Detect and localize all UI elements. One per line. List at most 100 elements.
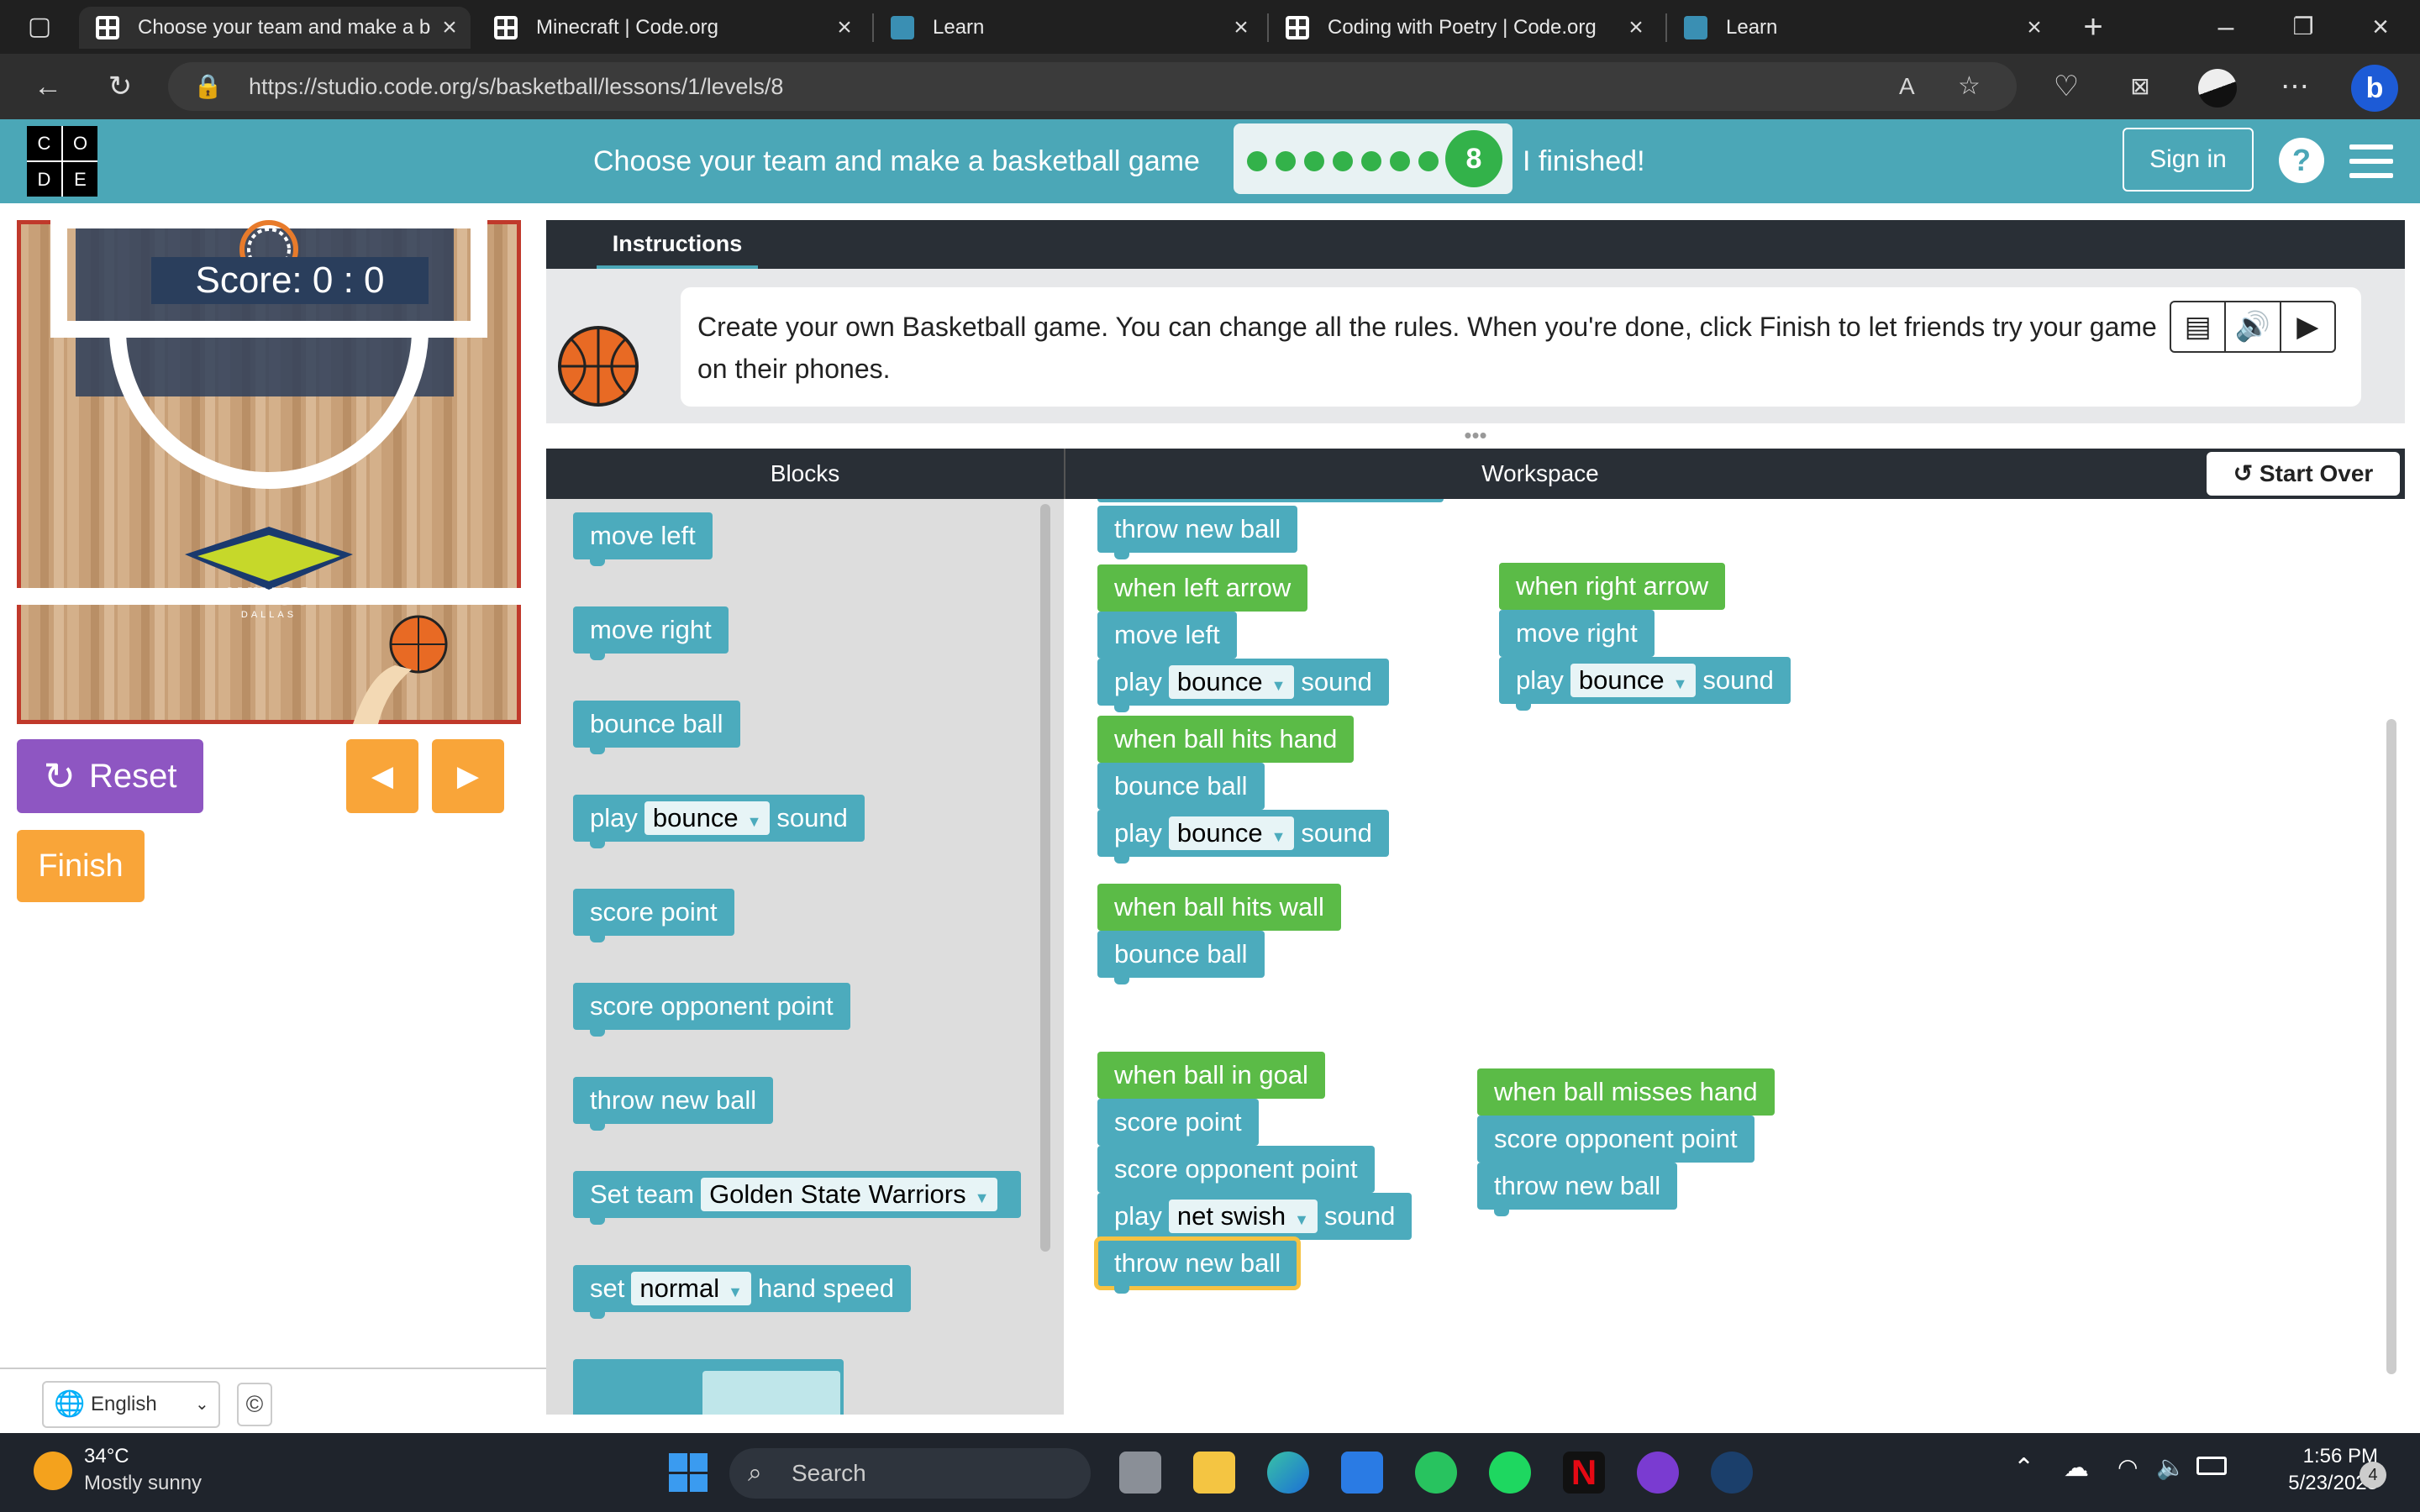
read-aloud-icon[interactable]: A bbox=[1899, 62, 1915, 111]
notification-badge[interactable]: 4 bbox=[2360, 1462, 2386, 1488]
ws-event-when-right-arrow[interactable]: when right arrow bbox=[1499, 563, 1726, 610]
block-move-left[interactable]: move left bbox=[573, 512, 713, 566]
resize-handle[interactable]: ••• bbox=[1459, 424, 1492, 446]
toolbox-scrollbar[interactable] bbox=[1040, 504, 1050, 1252]
tab-learn-2[interactable]: Learn × bbox=[1667, 7, 2055, 49]
block-play-sound[interactable]: play bounce ▼ sound bbox=[573, 795, 865, 848]
ws-block-bounce-ball[interactable]: bounce ball bbox=[1097, 763, 1265, 810]
ws-block-play-sound[interactable]: play bounce ▼ sound bbox=[1097, 810, 1389, 864]
block-throw-new-ball[interactable]: throw new ball bbox=[573, 1077, 774, 1131]
wifi-icon[interactable]: ◠ bbox=[2118, 1453, 2138, 1481]
more-icon[interactable]: ⋯ bbox=[2274, 54, 2316, 119]
sound-dropdown[interactable]: net swish ▼ bbox=[1168, 1200, 1318, 1233]
ws-block-play-sound[interactable]: play bounce ▼ sound bbox=[1499, 657, 1791, 711]
close-icon[interactable]: × bbox=[832, 13, 857, 42]
copyright-button[interactable]: © bbox=[237, 1383, 272, 1426]
ws-block-play-sound[interactable]: play net swish ▼ sound bbox=[1097, 1193, 1413, 1240]
workspace[interactable]: throw new ball when left arrow move left… bbox=[1064, 499, 2405, 1415]
clock-time[interactable]: 1:56 PM bbox=[2252, 1445, 2378, 1468]
workspace-scrollbar[interactable] bbox=[2386, 719, 2396, 1374]
progress-dot[interactable] bbox=[1361, 151, 1381, 171]
close-icon[interactable]: × bbox=[437, 13, 462, 42]
volume-icon[interactable]: 🔈 bbox=[2156, 1453, 2186, 1481]
ws-event-when-ball-in-goal[interactable]: when ball in goal bbox=[1097, 1052, 1325, 1099]
bing-icon[interactable]: b bbox=[2351, 54, 2398, 119]
health-icon[interactable]: ♡ bbox=[2045, 54, 2087, 119]
tab-basketball[interactable]: Choose your team and make a b × bbox=[79, 7, 471, 49]
profile-avatar[interactable] bbox=[2196, 54, 2238, 119]
weather-text[interactable]: Mostly sunny bbox=[84, 1472, 202, 1495]
block-partial[interactable] bbox=[1097, 499, 1444, 502]
progress-dot[interactable] bbox=[1333, 151, 1353, 171]
ws-block-play-sound[interactable]: play bounce ▼ sound bbox=[1097, 659, 1389, 712]
battery-icon[interactable] bbox=[2196, 1457, 2227, 1475]
close-icon[interactable]: × bbox=[1623, 13, 1649, 42]
ws-block-score-point[interactable]: score point bbox=[1097, 1099, 1259, 1146]
hand-image-thumbnail[interactable] bbox=[702, 1371, 840, 1415]
ws-block-throw-new-ball-selected[interactable]: throw new ball bbox=[1093, 1236, 1302, 1294]
progress-dot[interactable] bbox=[1418, 151, 1439, 171]
block-bounce-ball[interactable]: bounce ball bbox=[573, 701, 740, 754]
sound-dropdown[interactable]: bounce ▼ bbox=[1570, 664, 1697, 697]
hamburger-menu-icon[interactable] bbox=[2349, 144, 2393, 178]
ws-event-when-ball-hits-wall[interactable]: when ball hits wall bbox=[1097, 884, 1341, 931]
reset-button[interactable]: ↻ Reset bbox=[17, 739, 203, 813]
current-level-bubble[interactable]: 8 bbox=[1445, 130, 1502, 187]
edge-icon[interactable] bbox=[1267, 1452, 1309, 1494]
refresh-icon[interactable]: ↻ bbox=[99, 54, 141, 119]
ws-block-throw-new-ball[interactable]: throw new ball bbox=[1097, 506, 1298, 559]
game-canvas[interactable]: Score: 0 : 0 WINGS DALLAS bbox=[17, 220, 521, 724]
finished-link[interactable]: I finished! bbox=[1523, 119, 1645, 203]
ws-event-when-left-arrow[interactable]: when left arrow bbox=[1097, 564, 1308, 612]
onedrive-icon[interactable]: ☁ bbox=[2064, 1453, 2089, 1483]
volume-icon[interactable]: 🔊 bbox=[2226, 302, 2281, 351]
ws-block-score-opponent-point[interactable]: score opponent point bbox=[1477, 1116, 1754, 1163]
ws-block-bounce-ball[interactable]: bounce ball bbox=[1097, 931, 1265, 984]
finish-button[interactable]: Finish bbox=[17, 830, 145, 902]
task-view-icon[interactable] bbox=[1119, 1452, 1161, 1494]
help-icon[interactable]: ? bbox=[2279, 138, 2324, 183]
back-icon[interactable]: ← bbox=[27, 54, 69, 119]
sound-dropdown[interactable]: bounce ▼ bbox=[1168, 816, 1295, 850]
progress-dot[interactable] bbox=[1304, 151, 1324, 171]
tab-actions-icon[interactable]: ▢ bbox=[18, 0, 60, 54]
code-org-logo[interactable]: C O D E bbox=[27, 126, 97, 197]
sound-dropdown[interactable]: bounce ▼ bbox=[644, 801, 771, 835]
ws-block-score-opponent-point[interactable]: score opponent point bbox=[1097, 1146, 1375, 1193]
language-select[interactable]: 🌐 English ⌄ bbox=[42, 1381, 220, 1428]
sign-in-button[interactable]: Sign in bbox=[2123, 128, 2254, 192]
close-icon[interactable]: × bbox=[1228, 13, 1254, 42]
block-score-opponent-point[interactable]: score opponent point bbox=[573, 983, 850, 1037]
left-arrow-button[interactable]: ◀ bbox=[346, 739, 418, 813]
chevron-up-icon[interactable]: ⌃ bbox=[2013, 1453, 2034, 1483]
ws-event-when-ball-hits-hand[interactable]: when ball hits hand bbox=[1097, 716, 1355, 763]
close-icon[interactable]: × bbox=[2022, 13, 2047, 42]
spotify-icon[interactable] bbox=[1489, 1452, 1531, 1494]
tab-learn[interactable]: Learn × bbox=[874, 7, 1262, 49]
obs-icon[interactable] bbox=[1637, 1452, 1679, 1494]
tab-minecraft[interactable]: Minecraft | Code.org × bbox=[477, 7, 865, 49]
block-set-hand-image[interactable] bbox=[573, 1359, 844, 1415]
tab-coding-poetry[interactable]: Coding with Poetry | Code.org × bbox=[1269, 7, 1657, 49]
block-set-team[interactable]: Set team Golden State Warriors ▼ bbox=[573, 1171, 1022, 1225]
progress-dot[interactable] bbox=[1247, 151, 1267, 171]
restore-icon[interactable]: ❐ bbox=[2282, 0, 2324, 54]
team-dropdown[interactable]: Golden State Warriors ▼ bbox=[701, 1178, 998, 1211]
whatsapp-icon[interactable] bbox=[1415, 1452, 1457, 1494]
math-solver-icon[interactable]: ⊠ bbox=[2119, 54, 2161, 119]
steam-icon[interactable] bbox=[1711, 1452, 1753, 1494]
right-arrow-button[interactable]: ▶ bbox=[432, 739, 504, 813]
new-tab-icon[interactable]: + bbox=[2072, 0, 2114, 54]
url-field[interactable]: 🔒 https://studio.code.org/s/basketball/l… bbox=[168, 62, 2017, 111]
taskbar-search[interactable]: ⌕ Search bbox=[729, 1448, 1091, 1499]
progress-dot[interactable] bbox=[1390, 151, 1410, 171]
store-icon[interactable] bbox=[1341, 1452, 1383, 1494]
progress-dot[interactable] bbox=[1276, 151, 1296, 171]
start-over-button[interactable]: ↺ Start Over bbox=[2207, 452, 2400, 496]
ws-block-move-left[interactable]: move left bbox=[1097, 612, 1237, 659]
tab-instructions[interactable]: Instructions bbox=[597, 220, 758, 269]
window-close-icon[interactable]: × bbox=[2360, 0, 2402, 54]
ws-block-throw-new-ball[interactable]: throw new ball bbox=[1477, 1163, 1678, 1216]
weather-icon[interactable] bbox=[34, 1452, 72, 1490]
start-icon[interactable] bbox=[669, 1453, 708, 1492]
